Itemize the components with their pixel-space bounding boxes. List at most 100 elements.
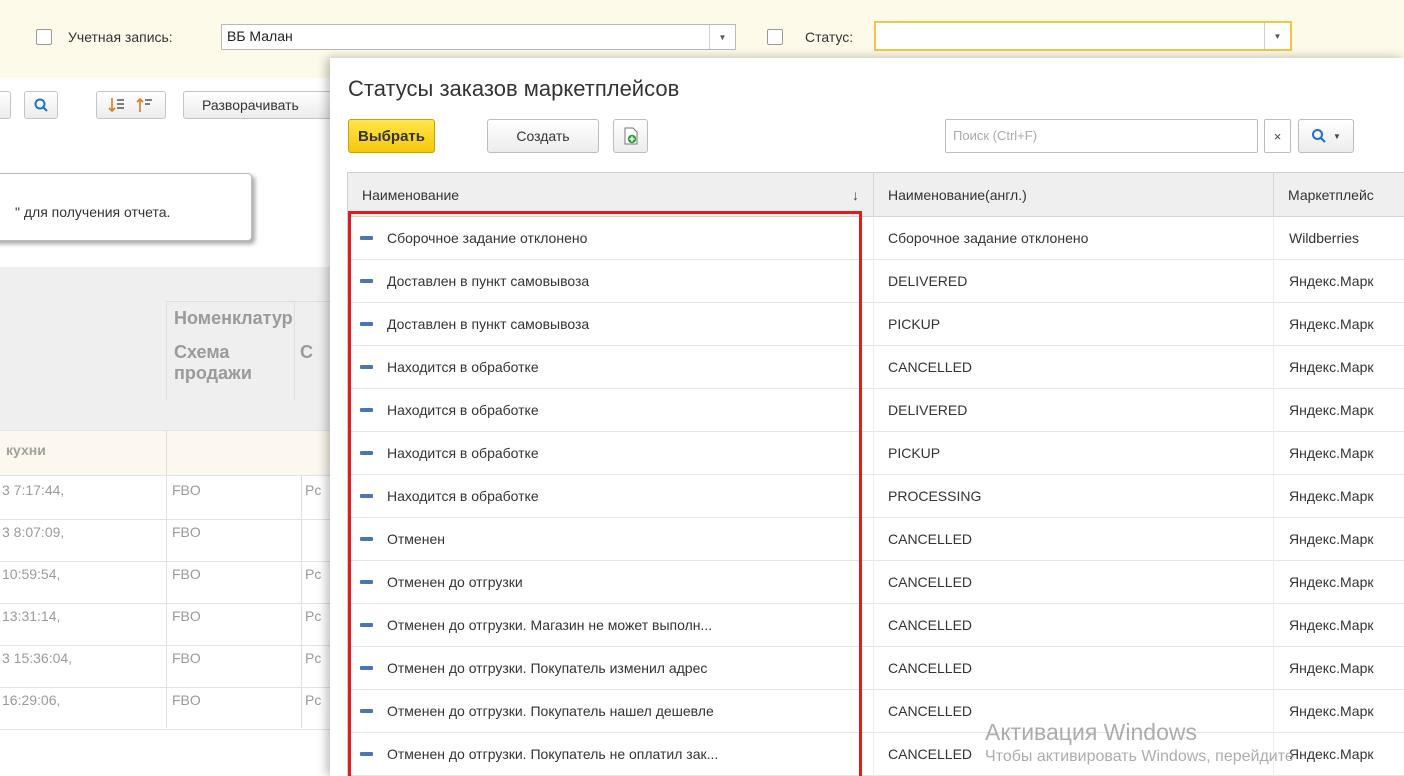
column-header-marketplace-label: Маркетплейс: [1288, 187, 1374, 203]
element-icon: [360, 365, 373, 369]
report-header-nomenclature: Номенклатур: [174, 308, 293, 328]
status-checkbox[interactable]: [767, 29, 783, 45]
cell-marketplace: Яндекс.Марк: [1289, 316, 1374, 332]
account-label: Учетная запись:: [68, 29, 173, 45]
cell-name-text: Доставлен в пункт самовывоза: [387, 316, 590, 332]
status-dropdown-button[interactable]: ▼: [1264, 23, 1290, 49]
report-date: 16:29:06,: [2, 692, 61, 708]
search-icon: [34, 98, 48, 112]
cell-marketplace: Яндекс.Марк: [1289, 574, 1374, 590]
report-toolbar: Разворачивать: [0, 84, 353, 128]
search-button[interactable]: ▼: [1298, 119, 1354, 153]
table-row[interactable]: Находится в обработке DELIVERED Яндекс.Мар…: [348, 389, 1404, 432]
element-icon: [360, 623, 373, 627]
cell-marketplace: Яндекс.Марк: [1289, 488, 1374, 504]
cell-name-en: CANCELLED: [874, 518, 1274, 560]
column-header-marketplace[interactable]: Маркетплейс: [1274, 173, 1404, 217]
report-row[interactable]: 13:31:14, FBO Pc: [0, 602, 340, 646]
report-row[interactable]: 16:29:06, FBO Pc: [0, 686, 340, 730]
table-row[interactable]: Находится в обработке PICKUP Яндекс.Марк: [348, 432, 1404, 475]
status-label: Статус:: [805, 29, 854, 45]
report-row[interactable]: 3 8:07:09, FBO: [0, 518, 340, 562]
cell-name-text: Отменен до отгрузки. Покупатель изменил …: [387, 660, 708, 676]
cell-marketplace: Яндекс.Марк: [1289, 273, 1374, 289]
cell-name-en: PICKUP: [874, 432, 1274, 474]
report-row[interactable]: 3 7:17:44, FBO Pc: [0, 476, 340, 520]
expand-button[interactable]: Разворачивать: [183, 91, 353, 119]
table-row[interactable]: Отменен до отгрузки. Покупатель изменил …: [348, 647, 1404, 690]
cell-name: Отменен до отгрузки. Покупатель не оплат…: [348, 733, 874, 775]
account-checkbox[interactable]: [36, 29, 52, 45]
statuses-table: Наименование ↓ Наименование(англ.) Марке…: [347, 172, 1404, 776]
cell-name: Отменен до отгрузки. Магазин не может вы…: [348, 604, 874, 646]
report-scheme: FBO: [172, 608, 201, 624]
column-header-name-en-label: Наименование(англ.): [888, 187, 1027, 203]
table-row[interactable]: Находится в обработке CANCELLED Яндекс.Мар…: [348, 346, 1404, 389]
activation-subtitle: Чтобы активировать Windows, перейдите: [985, 748, 1294, 765]
cell-marketplace: Яндекс.Марк: [1289, 359, 1374, 375]
toolbar-button-partial[interactable]: [0, 91, 11, 119]
chevron-down-icon: ▼: [1333, 131, 1341, 141]
column-header-name-label: Наименование: [362, 187, 460, 203]
report-date: 3 15:36:04,: [2, 650, 73, 666]
cell-name: Отменен: [348, 518, 874, 560]
element-icon: [360, 709, 373, 713]
cell-name-en: PROCESSING: [874, 475, 1274, 517]
account-field[interactable]: ВБ Малан ▼: [221, 24, 736, 50]
table-row[interactable]: Отменен CANCELLED Яндекс.Марк: [348, 518, 1404, 561]
report-scheme: FBO: [172, 650, 201, 666]
cell-name: Отменен до отгрузки: [348, 561, 874, 603]
cell-name: Находится в обработке: [348, 475, 874, 517]
sort-ascending-icon[interactable]: [136, 96, 154, 114]
cell-name-text: Отменен до отгрузки. Покупатель не оплат…: [387, 746, 719, 762]
report-scheme: FBO: [172, 482, 201, 498]
element-icon: [360, 279, 373, 283]
cell-name-text: Отменен до отгрузки: [387, 574, 523, 590]
cell-marketplace: Яндекс.Марк: [1289, 617, 1374, 633]
search-clear-button[interactable]: ×: [1264, 119, 1291, 153]
table-row[interactable]: Доставлен в пункт самовывоза DELIVERED Янд…: [348, 260, 1404, 303]
select-button[interactable]: Выбрать: [348, 119, 435, 153]
cell-name: Находится в обработке: [348, 346, 874, 388]
copy-button[interactable]: [613, 119, 648, 153]
sort-arrow-icon: ↓: [852, 187, 859, 203]
cell-name-en: PICKUP: [874, 303, 1274, 345]
dialog-title: Статусы заказов маркетплейсов: [348, 76, 680, 101]
create-button[interactable]: Создать: [487, 119, 599, 153]
cell-name-en: CANCELLED: [874, 346, 1274, 388]
table-row[interactable]: Находится в обработке PROCESSING Яндекс.Ма…: [348, 475, 1404, 518]
element-icon: [360, 752, 373, 756]
status-field[interactable]: ▼: [874, 21, 1292, 51]
report-row[interactable]: 10:59:54, FBO Pc: [0, 560, 340, 604]
report-scheme: FBO: [172, 566, 201, 582]
cell-name-text: Отменен до отгрузки. Магазин не может вы…: [387, 617, 713, 633]
report-extra: Pc: [305, 608, 322, 624]
table-row[interactable]: Сборочное задание отклонено Сборочное зад…: [348, 217, 1404, 260]
cell-name-text: Отменен до отгрузки. Покупатель нашел де…: [387, 703, 714, 719]
table-row[interactable]: Доставлен в пункт самовывоза PICKUP Яндекс…: [348, 303, 1404, 346]
table-row[interactable]: Отменен до отгрузки CANCELLED Яндекс.Марк: [348, 561, 1404, 604]
cell-name-en: CANCELLED: [874, 647, 1274, 689]
report-extra: Pc: [305, 482, 322, 498]
report-scheme: FBO: [172, 524, 201, 540]
report-row[interactable]: 3 15:36:04, FBO Pc: [0, 644, 340, 688]
sort-descending-icon[interactable]: [108, 96, 126, 114]
report-date: 3 7:17:44,: [2, 482, 65, 498]
report-kitchen-label: кухни: [6, 442, 46, 458]
report-date: 13:31:14,: [2, 608, 61, 624]
report-header-next: С: [300, 342, 313, 362]
report-extra: Pc: [305, 566, 322, 582]
cell-name: Доставлен в пункт самовывоза: [348, 303, 874, 345]
report-date: 10:59:54,: [2, 566, 61, 582]
element-icon: [360, 408, 373, 412]
column-header-name[interactable]: Наименование ↓: [348, 173, 874, 217]
account-dropdown-button[interactable]: ▼: [709, 25, 735, 49]
table-row[interactable]: Отменен до отгрузки. Магазин не может вы…: [348, 604, 1404, 647]
search-input[interactable]: Поиск (Ctrl+F): [945, 119, 1258, 153]
search-settings-button[interactable]: [24, 91, 58, 119]
report-grid: Номенклатур Схема продажи С кухни 3 7:17…: [0, 267, 340, 776]
report-hint-text: " для получения отчета.: [15, 204, 171, 220]
element-icon: [360, 494, 373, 498]
cell-name-text: Находится в обработке: [387, 445, 539, 461]
column-header-name-en[interactable]: Наименование(англ.): [874, 173, 1274, 217]
